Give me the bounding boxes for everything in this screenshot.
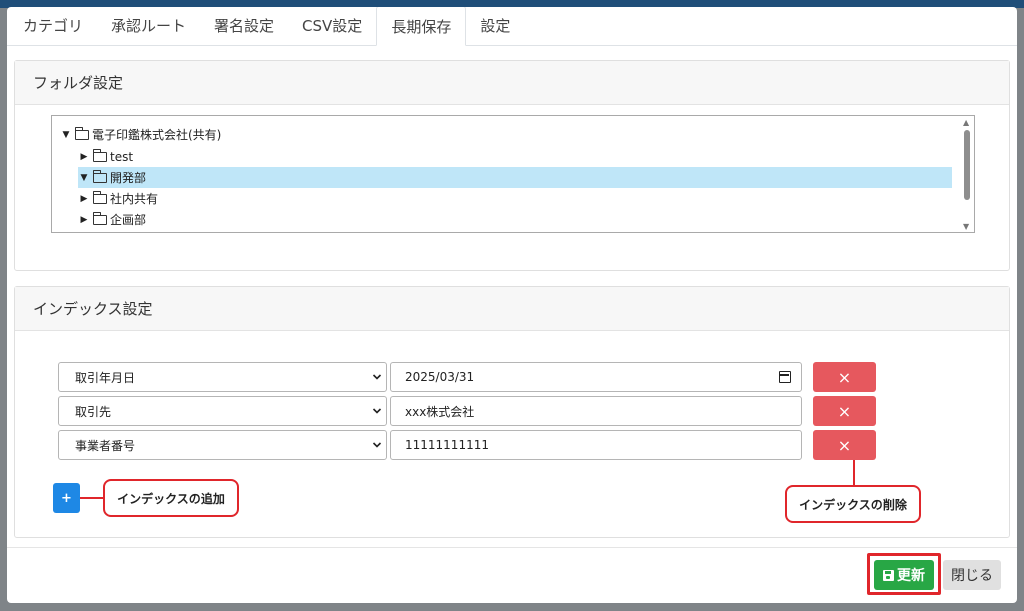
tab-approval-route[interactable]: 承認ルート [97,7,200,45]
tree-item-label: 電子印鑑株式会社(共有) [92,128,222,142]
folder-tree: ▼ 電子印鑑株式会社(共有) ▶ test ▼ 開発部 ▶ 社内共有 ▶ 企画部… [51,115,975,233]
tree-item-internal-share[interactable]: ▶ 社内共有 [78,188,940,209]
folder-icon [93,148,107,162]
tab-settings[interactable]: 設定 [466,7,524,45]
tree-scrollbar[interactable]: ▲ ▼ [960,116,974,232]
add-index-button[interactable]: + [53,483,80,513]
delete-index-button[interactable]: × [813,430,876,460]
folder-icon [93,211,107,225]
chevron-down-icon [372,442,382,448]
footer-divider [7,547,1017,548]
tree-item-label: 社内共有 [110,192,159,206]
tree-item-label: 開発部 [110,171,147,185]
index-field-select[interactable]: 事業者番号 [58,430,387,460]
annotation-add-index: インデックスの追加 [103,479,239,517]
tab-signature-settings[interactable]: 署名設定 [200,7,288,45]
folder-icon [93,190,107,204]
folder-settings-card: フォルダ設定 ▼ 電子印鑑株式会社(共有) ▶ test ▼ 開発部 ▶ 社内共… [14,60,1010,271]
annotation-connector [80,497,105,499]
tab-long-term-storage[interactable]: 長期保存 [376,7,467,46]
index-settings-title: インデックス設定 [15,287,1009,331]
annotation-connector [853,460,855,488]
tree-item-planning[interactable]: ▶ 企画部 [78,209,940,230]
folder-icon [75,126,89,140]
index-settings-card: インデックス設定 取引年月日 2025/03/31 × 取引先 xxx株式会社 … [14,286,1010,538]
index-field-select[interactable]: 取引年月日 [58,362,387,392]
annotation-delete-index: インデックスの削除 [785,485,921,523]
index-value-date-input[interactable]: 2025/03/31 [390,362,802,392]
tree-item-label: test [110,149,134,164]
folder-icon [93,169,107,183]
index-field-select[interactable]: 取引先 [58,396,387,426]
update-button[interactable]: 更新 [874,560,934,590]
tab-category[interactable]: カテゴリ [9,7,97,45]
chevron-down-icon [372,374,382,380]
index-value-input[interactable]: xxx株式会社 [390,396,802,426]
tree-item-development[interactable]: ▼ 開発部 [78,167,952,188]
tree-item-root[interactable]: ▼ 電子印鑑株式会社(共有) [60,124,940,145]
caret-right-icon[interactable]: ▶ [78,215,90,225]
tab-bar: カテゴリ 承認ルート 署名設定 CSV設定 長期保存 設定 [7,7,1017,46]
tree-item-label: 企画部 [110,213,147,227]
scroll-down-icon[interactable]: ▼ [963,222,969,231]
folder-settings-title: フォルダ設定 [15,61,1009,105]
caret-down-icon[interactable]: ▼ [78,173,90,183]
close-button[interactable]: 閉じる [943,560,1001,590]
scroll-up-icon[interactable]: ▲ [963,118,969,127]
save-icon [883,569,894,581]
tree-item-test[interactable]: ▶ test [78,146,940,167]
scroll-thumb[interactable] [964,130,970,200]
settings-modal: カテゴリ 承認ルート 署名設定 CSV設定 長期保存 設定 フォルダ設定 ▼ 電… [7,7,1017,603]
caret-right-icon[interactable]: ▶ [78,152,90,162]
delete-index-button[interactable]: × [813,396,876,426]
delete-index-button[interactable]: × [813,362,876,392]
index-value-input[interactable]: 11111111111 [390,430,802,460]
caret-right-icon[interactable]: ▶ [78,194,90,204]
calendar-icon[interactable] [779,371,791,383]
tab-csv-settings[interactable]: CSV設定 [288,7,376,45]
caret-down-icon[interactable]: ▼ [60,130,72,140]
chevron-down-icon [372,408,382,414]
